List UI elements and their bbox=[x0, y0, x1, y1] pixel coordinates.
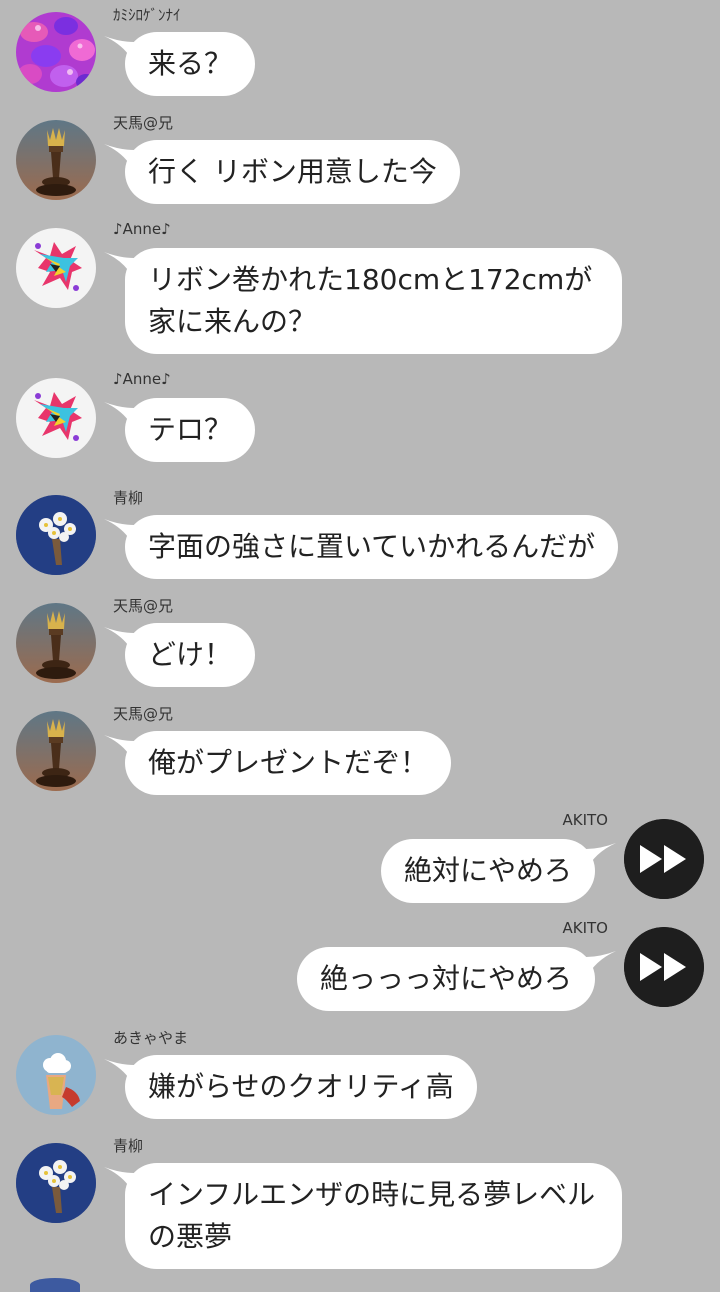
message-bubble[interactable]: 字面の強さに置いていかれるんだが bbox=[125, 515, 619, 579]
message-row: 天馬@兄 どけ！ bbox=[0, 591, 720, 699]
message-row: AKITO 絶対にやめろ bbox=[0, 807, 720, 915]
crown-chess-piece-avatar[interactable] bbox=[16, 603, 96, 683]
message-row: ♪Anne♪ テロ？ bbox=[0, 366, 720, 474]
message-row: ♪Anne♪ リボン巻かれた180cmと172cmが 家に来んの？ bbox=[0, 216, 720, 366]
crown-chess-piece-avatar[interactable] bbox=[16, 711, 96, 791]
message-row: 青柳 字面の強さに置いていかれるんだが bbox=[0, 483, 720, 591]
crown-chess-piece-avatar[interactable] bbox=[16, 120, 96, 200]
next-avatar-partial bbox=[30, 1278, 80, 1292]
sender-name: あきゃやま bbox=[113, 1029, 189, 1047]
sender-name: 天馬@兄 bbox=[113, 597, 174, 615]
message-bubble[interactable]: 来る？ bbox=[125, 32, 256, 96]
colorful-art-avatar[interactable] bbox=[16, 228, 96, 308]
sender-name: 青柳 bbox=[113, 1137, 144, 1155]
message-bubble[interactable]: 行く リボン用意した今 bbox=[125, 140, 460, 204]
colorful-art-avatar[interactable] bbox=[16, 378, 96, 458]
sender-name: 青柳 bbox=[113, 489, 144, 507]
chat-log[interactable]: ｶﾐｼﾛｹﾞﾝﾅｲ 来る？ 天馬@兄 行く リボン用意した今 ♪Anne♪ リボ… bbox=[0, 0, 720, 1292]
sender-name: 天馬@兄 bbox=[113, 705, 174, 723]
message-bubble[interactable]: 嫌がらせのクオリティ高 bbox=[125, 1055, 477, 1119]
message-bubble[interactable]: 俺がプレゼントだぞ！ bbox=[125, 731, 452, 795]
message-row: ｶﾐｼﾛｹﾞﾝﾅｲ 来る？ bbox=[0, 0, 720, 108]
gummy-bears-avatar[interactable] bbox=[16, 12, 96, 92]
message-bubble[interactable]: 絶っっっ対にやめろ bbox=[296, 947, 595, 1011]
hand-cloud-avatar[interactable] bbox=[16, 1035, 96, 1115]
fast-forward-avatar[interactable] bbox=[624, 927, 704, 1007]
message-row: AKITO 絶っっっ対にやめろ bbox=[0, 915, 720, 1023]
sender-name: ｶﾐｼﾛｹﾞﾝﾅｲ bbox=[113, 6, 181, 24]
sender-name: ♪Anne♪ bbox=[113, 370, 171, 388]
message-bubble[interactable]: どけ！ bbox=[125, 623, 256, 687]
message-row: あきゃやま 嫌がらせのクオリティ高 bbox=[0, 1023, 720, 1131]
white-flowers-avatar[interactable] bbox=[16, 495, 96, 575]
message-bubble[interactable]: リボン巻かれた180cmと172cmが 家に来んの？ bbox=[125, 248, 622, 354]
sender-name: ♪Anne♪ bbox=[113, 220, 171, 238]
message-row: 青柳 インフルエンザの時に見る夢レベル の悪夢 bbox=[0, 1131, 720, 1281]
message-row: 天馬@兄 俺がプレゼントだぞ！ bbox=[0, 699, 720, 807]
sender-name: AKITO bbox=[562, 919, 609, 937]
message-bubble[interactable]: テロ？ bbox=[125, 398, 256, 462]
fast-forward-avatar[interactable] bbox=[624, 819, 704, 899]
sender-name: 天馬@兄 bbox=[113, 114, 174, 132]
message-bubble[interactable]: インフルエンザの時に見る夢レベル の悪夢 bbox=[125, 1163, 622, 1269]
white-flowers-avatar[interactable] bbox=[16, 1143, 96, 1223]
message-row: 天馬@兄 行く リボン用意した今 bbox=[0, 108, 720, 216]
sender-name: AKITO bbox=[562, 811, 609, 829]
message-bubble[interactable]: 絶対にやめろ bbox=[380, 839, 595, 903]
